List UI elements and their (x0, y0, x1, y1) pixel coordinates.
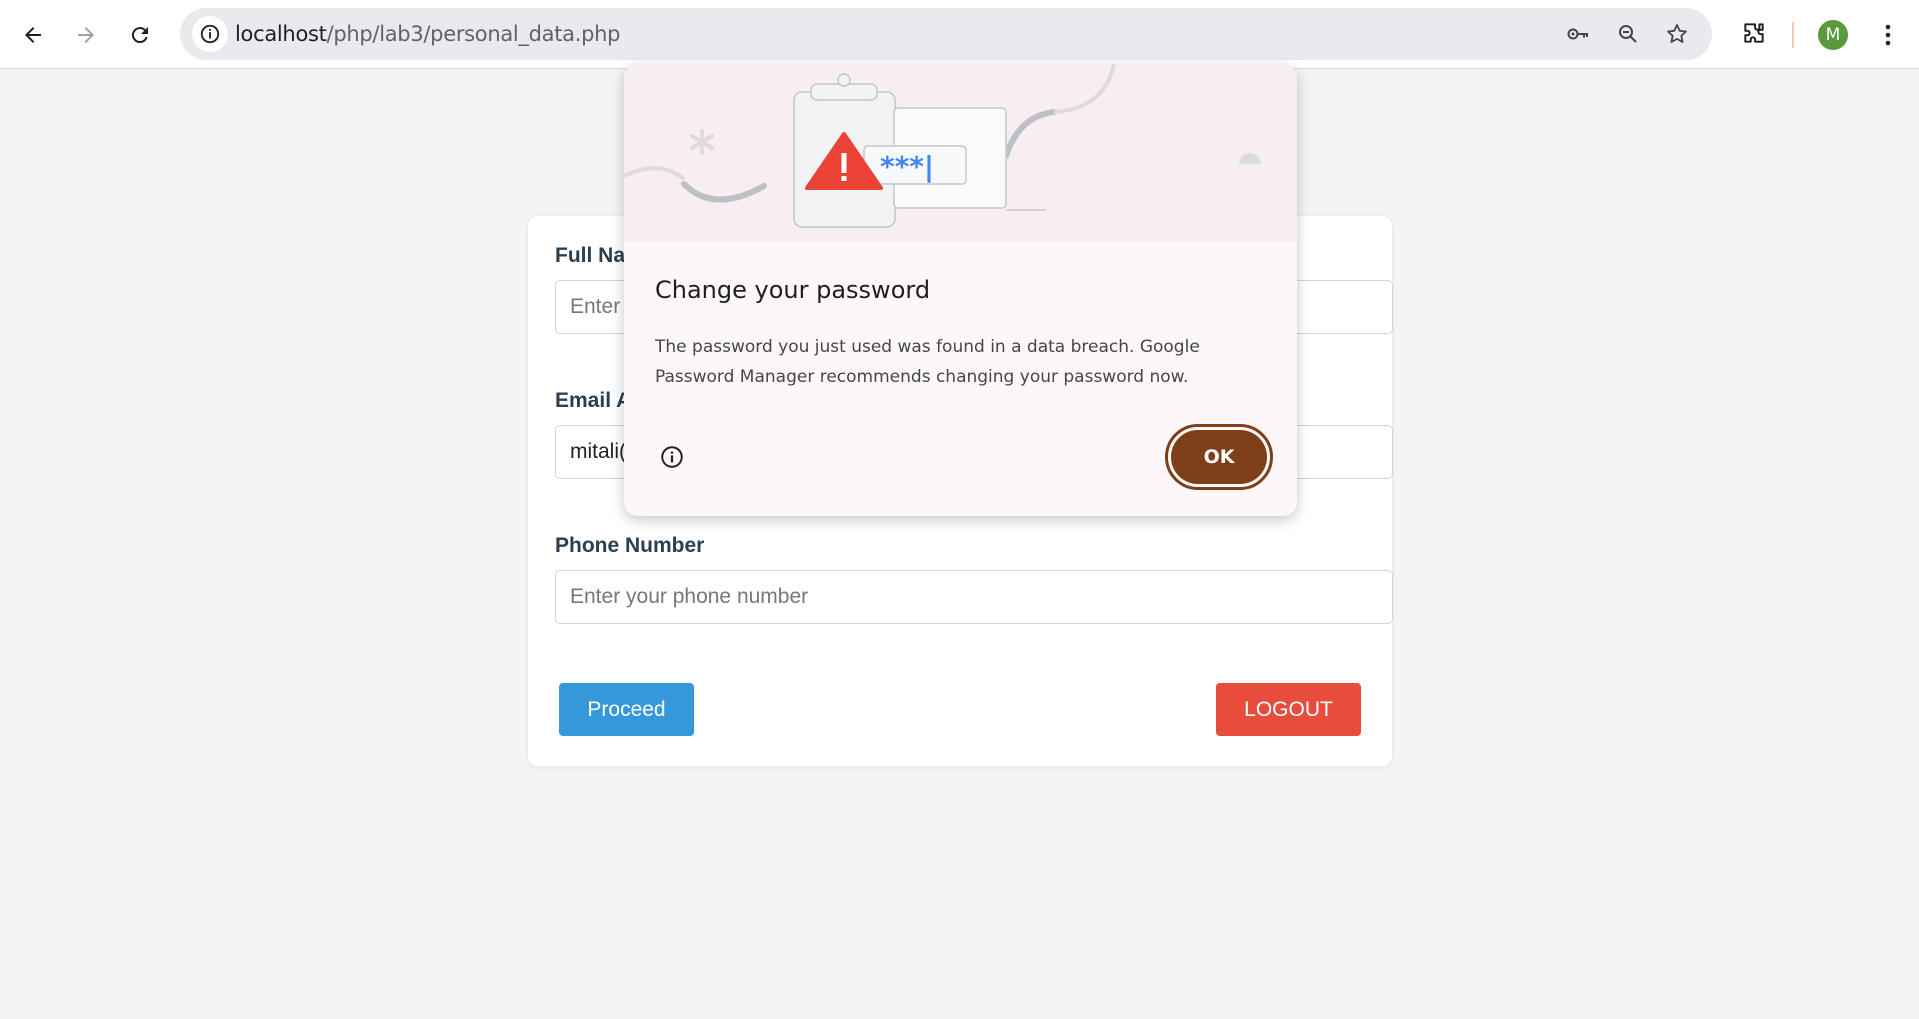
phone-label: Phone Number (555, 534, 705, 557)
back-arrow-icon (25, 27, 41, 43)
password-mask-text: ***| (880, 150, 934, 183)
clipboard-warning-illustration: ***| (624, 64, 1261, 228)
breach-illustration: ***| (624, 64, 1297, 242)
password-breach-dialog: ***| Change your password The password y… (624, 64, 1297, 516)
site-info-button[interactable] (192, 16, 228, 52)
info-icon (200, 24, 220, 44)
logout-button[interactable]: LOGOUT (1216, 683, 1361, 736)
bookmark-star-icon[interactable] (1665, 22, 1689, 46)
url-host: localhost (235, 22, 327, 46)
proceed-button[interactable]: Proceed (559, 683, 694, 736)
profile-avatar[interactable]: M (1818, 20, 1848, 50)
dialog-body: The password you just used was found in … (655, 337, 1200, 387)
forward-arrow-icon (78, 27, 94, 43)
zoom-icon[interactable] (1616, 22, 1640, 46)
reload-button[interactable] (118, 13, 162, 57)
email-label: Email A (555, 389, 632, 412)
extensions-button[interactable] (1740, 19, 1768, 47)
url-text: localhost/php/lab3/personal_data.php (235, 8, 621, 60)
ok-button-focus-ring: OK (1165, 424, 1273, 490)
url-path: /php/lab3/personal_data.php (326, 22, 621, 46)
reload-icon (131, 27, 148, 44)
forward-button[interactable] (64, 13, 108, 57)
dialog-title: Change your password (655, 276, 931, 304)
more-vert-icon (1885, 24, 1891, 46)
full-name-label: Full Na (555, 244, 626, 267)
phone-input[interactable]: Enter your phone number (555, 570, 1393, 624)
info-circle-icon[interactable] (659, 444, 685, 470)
back-button[interactable] (11, 13, 55, 57)
address-bar[interactable]: localhost/php/lab3/personal_data.php (180, 8, 1712, 60)
browser-toolbar: localhost/php/lab3/personal_data.php M (0, 0, 1919, 69)
puzzle-icon (1744, 23, 1764, 43)
browser-menu-button[interactable] (1873, 20, 1903, 50)
toolbar-separator (1792, 22, 1794, 48)
ok-button[interactable]: OK (1171, 430, 1267, 484)
password-key-icon[interactable] (1566, 22, 1590, 46)
